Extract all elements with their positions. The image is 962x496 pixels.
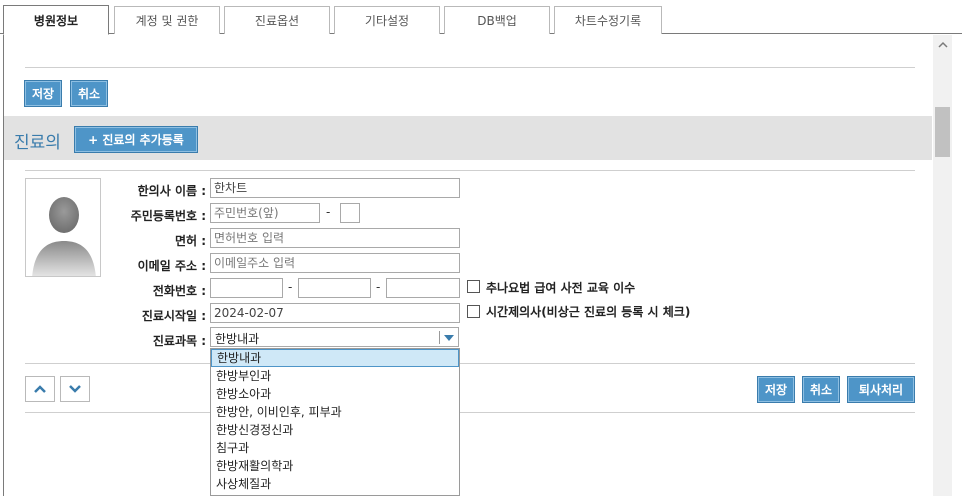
license-label: 면허 : — [174, 234, 206, 248]
chevron-down-icon[interactable] — [444, 335, 454, 341]
department-selected-value: 한방내과 — [215, 332, 260, 346]
phone-dash-1: - — [288, 280, 293, 294]
parttime-doctor-checkbox[interactable] — [467, 305, 480, 318]
tab-hospital-info[interactable]: 병원정보 — [3, 5, 109, 35]
resident-number-front-input[interactable]: 주민번호(앞) — [210, 203, 320, 223]
department-dropdown-list: 한방내과 한방부인과 한방소아과 한방안, 이비인후, 피부과 한방신경정신과 … — [210, 348, 460, 496]
tab-db-backup[interactable]: DB백업 — [444, 6, 550, 34]
resident-number-back-input[interactable] — [340, 203, 360, 223]
phone-input-2[interactable] — [298, 278, 371, 298]
section-title: 진료의 — [14, 133, 61, 153]
divider-top — [25, 67, 915, 68]
vertical-scrollbar[interactable] — [933, 35, 952, 496]
email-input[interactable]: 이메일주소 입력 — [210, 253, 460, 273]
dropdown-option[interactable]: 한방내과 — [211, 349, 459, 367]
phone-input-1[interactable] — [210, 278, 283, 298]
phone-input-3[interactable] — [386, 278, 460, 298]
chuna-training-label: 추나요법 급여 사전 교육 이수 — [486, 281, 636, 295]
parttime-doctor-label: 시간제의사(비상근 진료의 등록 시 체크) — [486, 305, 691, 319]
dropdown-option[interactable]: 한방부인과 — [211, 367, 459, 385]
tab-bar: 병원정보 계정 및 권한 진료옵션 기타설정 DB백업 차트수정기록 — [0, 0, 962, 35]
divider-form-top — [25, 170, 915, 171]
dropdown-option[interactable]: 한방안, 이비인후, 피부과 — [211, 403, 459, 421]
dropdown-option[interactable]: 사상체질과 — [211, 475, 459, 493]
start-date-label: 진료시작일 : — [141, 309, 206, 323]
phone-label: 전화번호 : — [152, 284, 206, 298]
resident-number-label: 주민등록번호 : — [130, 209, 206, 223]
doctor-section-header: 진료의 + 진료의 추가등록 — [4, 116, 932, 160]
add-doctor-button[interactable]: + 진료의 추가등록 — [74, 126, 198, 153]
scrollbar-thumb[interactable] — [935, 107, 950, 157]
start-date-input[interactable]: 2024-02-07 — [210, 303, 460, 323]
doctor-name-label: 한의사 이름 : — [137, 184, 206, 198]
email-label: 이메일 주소 : — [137, 259, 206, 273]
chevron-up-icon — [34, 385, 46, 393]
dropdown-option[interactable]: 침구과 — [211, 439, 459, 457]
cancel-button-bottom[interactable]: 취소 — [802, 376, 840, 403]
department-label: 진료과목 : — [152, 334, 206, 348]
license-input[interactable]: 면허번호 입력 — [210, 228, 460, 248]
chuna-training-checkbox[interactable] — [467, 280, 480, 293]
tab-clinic-options[interactable]: 진료옵션 — [224, 6, 330, 34]
dropdown-option[interactable]: 한방신경정신과 — [211, 421, 459, 439]
resident-number-dash: - — [326, 205, 331, 219]
retire-button[interactable]: 퇴사처리 — [847, 376, 915, 403]
move-down-button[interactable] — [60, 376, 90, 402]
main-content: 저장 취소 진료의 + 진료의 추가등록 한의사 이름 : 한차트 주민등록번호 — [3, 35, 932, 496]
dropdown-option[interactable]: 한방소아과 — [211, 385, 459, 403]
divider-end — [25, 412, 915, 413]
scroll-up-button[interactable] — [933, 35, 952, 54]
move-up-button[interactable] — [25, 376, 55, 402]
tab-chart-edit-history[interactable]: 차트수정기록 — [554, 6, 662, 34]
divider-bottom — [25, 363, 915, 364]
chevron-down-icon — [69, 385, 81, 393]
tab-other-settings[interactable]: 기타설정 — [334, 6, 440, 34]
save-button-top[interactable]: 저장 — [24, 80, 62, 107]
select-separator — [439, 331, 440, 344]
phone-dash-2: - — [376, 280, 381, 294]
cancel-button-top[interactable]: 취소 — [70, 80, 108, 107]
scroll-up-arrow-icon — [937, 41, 948, 48]
department-select[interactable]: 한방내과 — [210, 327, 459, 347]
dropdown-option[interactable]: 한방재활의학과 — [211, 457, 459, 475]
save-button-bottom[interactable]: 저장 — [757, 376, 795, 403]
doctor-name-input[interactable]: 한차트 — [210, 178, 460, 198]
tab-accounts-permissions[interactable]: 계정 및 권한 — [114, 6, 220, 34]
